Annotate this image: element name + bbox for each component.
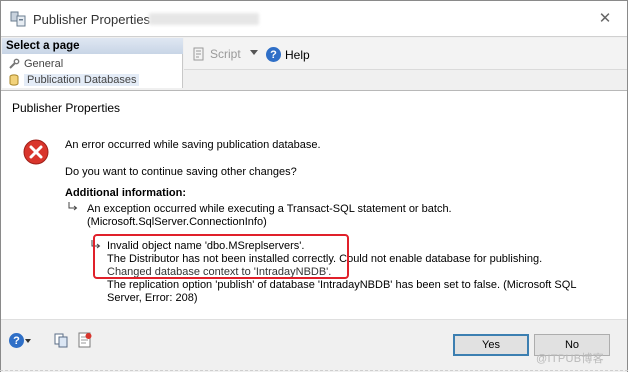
chevron-down-icon <box>25 338 31 343</box>
divider <box>0 370 628 371</box>
copy-icon[interactable] <box>53 332 69 348</box>
help-label: Help <box>285 47 310 62</box>
page-item-general[interactable]: General <box>8 56 63 71</box>
window-title: Publisher Properties <box>33 12 151 27</box>
help-button[interactable]: ? Help <box>266 47 310 62</box>
error-message: An error occurred while saving publicati… <box>65 139 321 151</box>
watermark: @ITPUB博客 <box>536 353 604 365</box>
toolbar: Script ? Help <box>184 38 627 70</box>
redacted-server-name <box>149 13 259 25</box>
tree-branch-icon <box>68 202 78 211</box>
script-icon <box>193 47 204 61</box>
wrench-icon <box>9 58 20 69</box>
server-properties-icon <box>10 11 26 27</box>
error-icon <box>23 139 49 165</box>
help-dropdown-button[interactable]: ? <box>9 333 31 348</box>
select-page-pane: Select a page General Publication Databa… <box>2 38 183 88</box>
script-button[interactable]: Script <box>192 47 241 61</box>
technical-details-icon[interactable] <box>77 332 93 348</box>
dialog-footer: ? Yes No <box>1 319 627 372</box>
additional-info-heading: Additional information: <box>65 187 186 199</box>
script-label: Script <box>210 47 241 61</box>
highlight-annotation <box>93 234 349 279</box>
yes-button[interactable]: Yes <box>453 334 529 356</box>
exception-source: (Microsoft.SqlServer.ConnectionInfo) <box>87 216 267 228</box>
help-icon: ? <box>266 47 281 62</box>
window-titlebar: Publisher Properties ✕ <box>1 1 627 37</box>
chevron-down-icon[interactable] <box>250 50 258 55</box>
page-item-label: Publication Databases <box>24 73 140 86</box>
close-icon[interactable]: ✕ <box>595 10 615 28</box>
select-page-header: Select a page <box>2 38 183 54</box>
error-dialog: Publisher Properties An error occurred w… <box>1 90 627 372</box>
exception-text: An exception occurred while executing a … <box>87 203 452 215</box>
page-item-publication-databases[interactable]: Publication Databases <box>8 72 140 87</box>
detail-line: Server, Error: 208) <box>107 292 198 304</box>
page-item-label: General <box>24 57 64 70</box>
dialog-title: Publisher Properties <box>12 101 121 115</box>
detail-line: The replication option 'publish' of data… <box>107 279 577 291</box>
database-icon <box>9 73 19 86</box>
help-icon: ? <box>9 333 24 348</box>
question-text: Do you want to continue saving other cha… <box>65 166 297 178</box>
